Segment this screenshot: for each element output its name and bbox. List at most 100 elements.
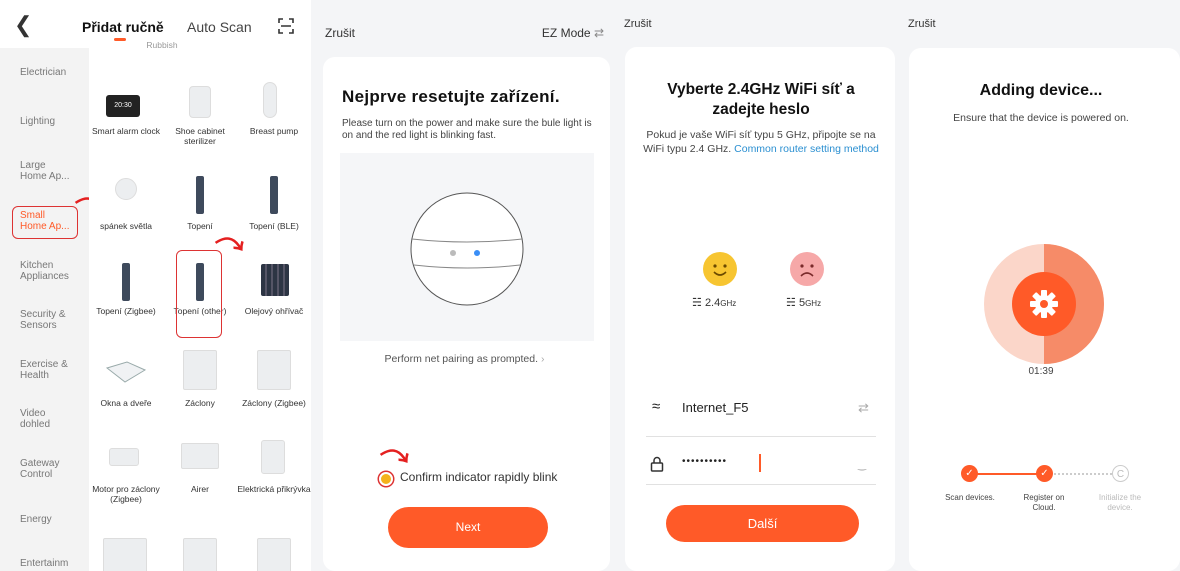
mode-label: EZ Mode (541, 26, 591, 40)
category-entertainment[interactable]: Entertainm (20, 558, 84, 569)
device-breast-pump[interactable]: Breast pump (237, 126, 311, 136)
curtain-motor-thumb (109, 448, 139, 466)
sad-face-icon (790, 252, 824, 286)
page-title: Vyberte 2.4GHz WiFi síť a zadejte heslo (667, 81, 855, 118)
step-done-icon: ✓ (961, 465, 978, 482)
wifi-setup-panel: Zrušit Vyberte 2.4GHz WiFi síť a zadejte… (618, 0, 902, 571)
tab-manual[interactable]: Přidat ručně (82, 19, 164, 35)
alarm-clock-thumb: 20:30 (106, 95, 140, 117)
window-door-thumb (105, 361, 147, 383)
device-heater-ble[interactable]: Topení (BLE) (237, 221, 311, 231)
airer-thumb (181, 443, 219, 469)
highlight-box-small-home (12, 206, 78, 239)
band-24-number: 2.4 (704, 297, 721, 309)
cancel-link[interactable]: Zrušit (908, 18, 936, 30)
category-sidebar: Electrician Lighting Large Home Ap... Sm… (0, 48, 89, 571)
mode-switch[interactable]: EZ Mode ⇄ (542, 26, 604, 40)
adding-device-panel: Zrušit Adding device... Ensure that the … (902, 0, 1180, 571)
sterilizer-thumb (189, 86, 211, 118)
category-large-home[interactable]: Large Home Ap... (20, 160, 72, 182)
band-24-label: ☵ 2.4GHz (692, 296, 736, 309)
page-title: Adding device... (979, 82, 1103, 99)
text-cursor (759, 454, 761, 472)
step-label: Initialize the device. (1098, 493, 1142, 512)
next-button[interactable]: Next (388, 507, 548, 548)
wifi-icon: ≈ (652, 398, 661, 415)
oil-heater-thumb (261, 264, 289, 296)
progress-ring (984, 244, 1104, 364)
confirm-checkbox[interactable] (379, 472, 393, 486)
device-heater-zigbee[interactable]: Topení (Zigbee) (89, 306, 163, 316)
breast-pump-thumb (263, 82, 277, 118)
countdown-timer: 01:39 (1028, 366, 1054, 377)
divider (646, 484, 876, 485)
device-curtains-zigbee[interactable]: Záclony (Zigbee) (237, 398, 311, 408)
progress-line (970, 473, 1045, 475)
pairing-hint-link[interactable]: Perform net pairing as prompted. › (311, 353, 618, 365)
chevron-right-icon: › (540, 353, 545, 365)
heater-zigbee-thumb (122, 263, 130, 301)
step-pending-icon: C (1112, 465, 1129, 482)
lock-icon (650, 456, 664, 472)
category-kitchen[interactable]: Kitchen Appliances (20, 260, 76, 282)
scan-icon[interactable] (278, 18, 294, 34)
switch-icon: ⇄ (593, 26, 604, 40)
device-curtains[interactable]: Záclony (163, 398, 237, 408)
confirm-label: Confirm indicator rapidly blink (400, 470, 558, 484)
router-icon: ☵ (786, 297, 796, 309)
category-energy[interactable]: Energy (20, 514, 84, 525)
partial-device-label: Rubbish (146, 40, 178, 50)
device-electric-blanket[interactable]: Elektrická přikrývka (237, 484, 311, 494)
curtain-zigbee-thumb (257, 350, 291, 390)
screenshot-collage: ❮ Přidat ručně Auto Scan Electrician Lig… (0, 0, 1180, 571)
happy-face-icon (703, 252, 737, 286)
gear-icon (1030, 290, 1058, 318)
partial-device-thumb (103, 538, 147, 571)
category-gateway[interactable]: Gateway Control (20, 458, 66, 480)
device-airer[interactable]: Airer (163, 484, 237, 494)
progress-line-pending (1045, 473, 1120, 475)
device-oil-heater[interactable]: Olejový ohřívač (237, 306, 311, 316)
show-password-icon[interactable]: ‿ (858, 460, 866, 471)
add-device-panel: ❮ Přidat ručně Auto Scan Electrician Lig… (0, 0, 311, 571)
device-sleep-light[interactable]: spánek světla (89, 221, 163, 231)
pairing-hint-text: Perform net pairing as prompted. (384, 353, 539, 365)
device-curtain-motor[interactable]: Motor pro záclony (Zigbee) (89, 484, 163, 504)
switch-network-icon[interactable]: ⇄ (858, 400, 869, 416)
power-hint: Ensure that the device is powered on. (953, 112, 1129, 124)
highlight-box-heater-other (176, 250, 222, 338)
device-windows-doors[interactable]: Okna a dveře (89, 398, 163, 408)
heater-ble-thumb (270, 176, 278, 214)
band-24-unit: GHz (720, 299, 737, 308)
cancel-link[interactable]: Zrušit (325, 26, 355, 40)
category-electrician[interactable]: Electrician (20, 67, 84, 78)
category-video[interactable]: Video dohled (20, 408, 66, 430)
step-label: Scan devices. (945, 493, 995, 502)
divider (646, 436, 876, 437)
page-title: Nejprve resetujte zařízení. (342, 87, 560, 106)
router-setting-link[interactable]: Common router setting method (734, 143, 879, 155)
device-shoe-sterilizer[interactable]: Shoe cabinet sterilizer (163, 126, 237, 146)
device-illustration (340, 153, 594, 341)
back-icon[interactable]: ❮ (14, 12, 32, 38)
password-field[interactable]: •••••••••• (682, 456, 727, 467)
instruction-text: Please turn on the power and make sure t… (342, 118, 592, 141)
band-5-label: ☵ 5GHz (786, 296, 821, 309)
device-smart-alarm-clock[interactable]: Smart alarm clock (89, 126, 163, 136)
category-lighting[interactable]: Lighting (20, 116, 84, 127)
sleep-light-thumb (115, 178, 137, 200)
ssid-value: Internet_F5 (682, 400, 749, 415)
next-button[interactable]: Další (666, 505, 859, 542)
band-5-unit: GHz (805, 299, 822, 308)
heater-thumb (196, 176, 204, 214)
category-exercise[interactable]: Exercise & Health (20, 359, 72, 381)
step-done-icon: ✓ (1036, 465, 1053, 482)
cancel-link[interactable]: Zrušit (624, 18, 652, 30)
router-icon: ☵ (692, 297, 702, 309)
category-security[interactable]: Security & Sensors (20, 309, 72, 331)
tab-auto-scan[interactable]: Auto Scan (187, 19, 252, 35)
electric-blanket-thumb (261, 440, 285, 474)
curtain-thumb (183, 350, 217, 390)
round-device-icon (410, 192, 524, 306)
partial-device-thumb (257, 538, 291, 571)
